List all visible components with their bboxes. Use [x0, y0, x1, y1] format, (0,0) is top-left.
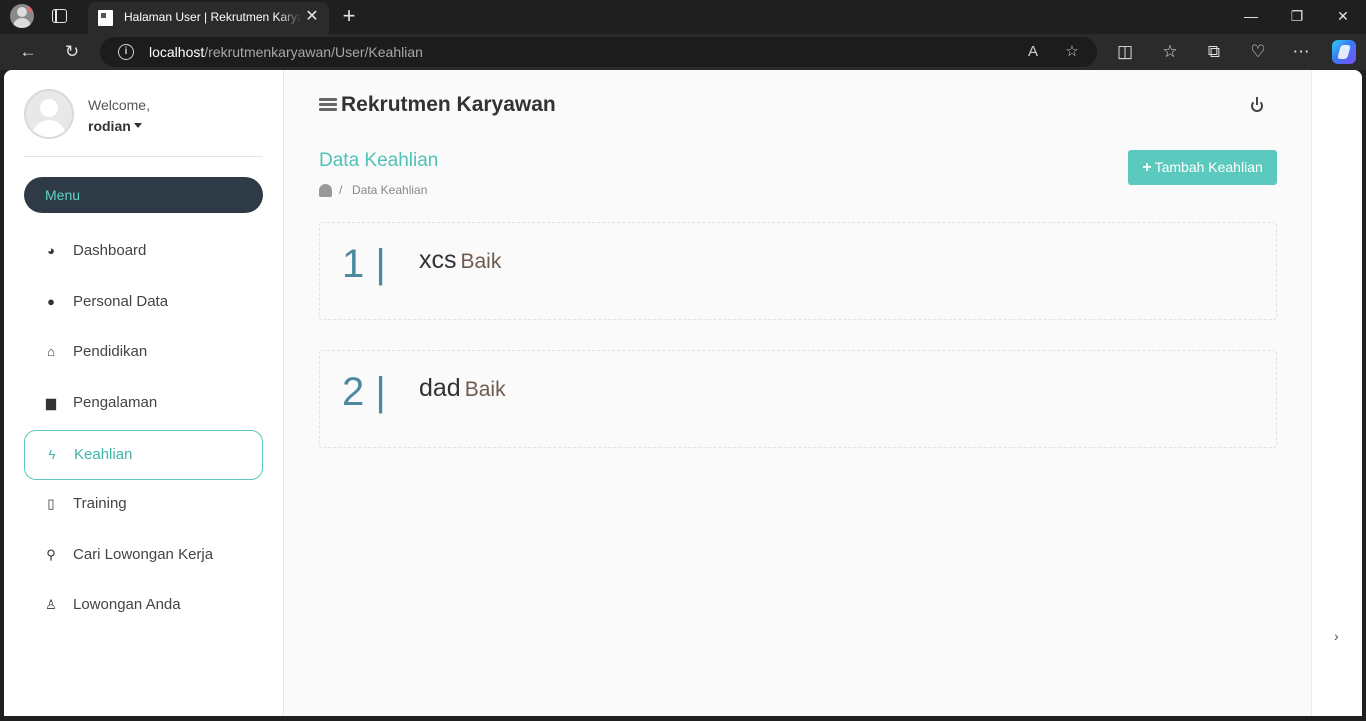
plus-icon: + — [1142, 159, 1152, 176]
web-page: Welcome, rodian Menu ◕ Dashboard ● Perso… — [4, 70, 1362, 716]
skill-card: 2 | dad Baik — [319, 350, 1277, 448]
browser-toolbar: ← ↻ i localhost/rekrutmenkaryawan/User/K… — [0, 34, 1366, 70]
person-icon: ♙ — [45, 597, 57, 612]
sidebar-item-keahlian[interactable]: ϟ Keahlian — [24, 430, 263, 480]
briefcase-icon: ▆ — [46, 395, 56, 410]
user-icon: ● — [47, 294, 55, 309]
skill-level: Baik — [460, 250, 502, 273]
more-menu-icon[interactable]: ⋯ — [1288, 40, 1314, 64]
browser-essentials-icon[interactable]: ♡ — [1245, 40, 1271, 64]
window-close-button[interactable]: ✕ — [1320, 0, 1366, 32]
minimize-button[interactable]: — — [1228, 0, 1274, 32]
skill-name-wrap: xcs Baik — [419, 246, 501, 275]
dashboard-icon: ◕ — [47, 243, 55, 258]
profile-avatar-icon[interactable] — [10, 4, 34, 28]
sidebar-item-lowongan-anda[interactable]: ♙ Lowongan Anda — [24, 581, 263, 631]
app-title: Rekrutmen Karyawan — [341, 93, 556, 116]
url-text[interactable]: localhost/rekrutmenkaryawan/User/Keahlia… — [149, 44, 423, 60]
skill-card: 1 | xcs Baik — [319, 222, 1277, 320]
user-menu[interactable]: rodian — [88, 118, 142, 134]
caret-down-icon — [133, 122, 142, 128]
hamburger-menu-icon[interactable] — [319, 98, 337, 112]
split-screen-icon[interactable]: ◫ — [1112, 40, 1138, 64]
address-bar[interactable]: i localhost/rekrutmenkaryawan/User/Keahl… — [100, 37, 1097, 67]
sidebar-item-training[interactable]: ▯ Training — [24, 480, 263, 530]
page-title: Data Keahlian — [319, 150, 439, 171]
copilot-icon[interactable] — [1332, 40, 1356, 64]
sidebar-item-pendidikan[interactable]: ⌂ Pendidikan — [24, 328, 263, 378]
back-arrow-icon[interactable]: ← — [15, 40, 41, 64]
chevron-right-icon[interactable]: › — [1334, 628, 1339, 644]
search-icon: ⚲ — [46, 547, 56, 562]
university-icon: ⌂ — [47, 344, 55, 359]
breadcrumb-separator: / — [339, 183, 343, 197]
new-tab-button[interactable]: + — [338, 3, 360, 29]
main-content: Rekrutmen Karyawan Data Keahlian / Data … — [285, 70, 1311, 716]
page-favicon-icon — [98, 10, 113, 26]
skill-name: xcs — [419, 246, 457, 274]
skill-level: Baik — [464, 378, 506, 401]
sidebar: Welcome, rodian Menu ◕ Dashboard ● Perso… — [4, 70, 284, 716]
sidebar-item-pengalaman[interactable]: ▆ Pengalaman — [24, 379, 263, 429]
browser-tabbar: Halaman User | Rekrutmen Karyawan ✕ + — … — [0, 0, 1366, 34]
divider — [24, 156, 263, 157]
favorites-icon[interactable]: ☆ — [1157, 40, 1183, 64]
collections-icon[interactable]: ⧉ — [1201, 40, 1227, 64]
breadcrumb-current: Data Keahlian — [352, 183, 428, 197]
tab-actions-icon[interactable] — [52, 9, 67, 23]
breadcrumb-dashboard-icon[interactable] — [319, 184, 332, 197]
favorite-star-icon[interactable]: ☆ — [1061, 41, 1083, 63]
skill-number: 1 | — [342, 242, 386, 286]
browser-tab[interactable]: Halaman User | Rekrutmen Karyawan ✕ — [88, 2, 329, 34]
skill-name: dad — [419, 374, 461, 402]
tab-close-button[interactable]: ✕ — [304, 8, 320, 26]
sidebar-item-cari-lowongan[interactable]: ⚲ Cari Lowongan Kerja — [24, 531, 263, 581]
sidebar-item-dashboard[interactable]: ◕ Dashboard — [24, 227, 263, 277]
welcome-text: Welcome, — [88, 97, 150, 113]
reload-icon[interactable]: ↻ — [59, 40, 85, 64]
menu-header: Menu — [24, 177, 263, 213]
site-info-icon[interactable]: i — [118, 44, 134, 60]
read-aloud-icon[interactable]: A — [1022, 41, 1044, 63]
power-logout-icon[interactable] — [1249, 97, 1265, 113]
username: rodian — [88, 118, 131, 134]
user-avatar — [24, 89, 74, 139]
add-skill-button[interactable]: + Tambah Keahlian — [1128, 150, 1277, 185]
skill-number: 2 | — [342, 370, 386, 414]
bolt-icon: ϟ — [48, 447, 56, 462]
maximize-button[interactable]: ❐ — [1274, 0, 1320, 32]
tab-title: Halaman User | Rekrutmen Karyawan — [124, 10, 300, 24]
sidebar-item-personal-data[interactable]: ● Personal Data — [24, 278, 263, 328]
file-icon: ▯ — [47, 496, 55, 511]
browser-sidebar-rail: › — [1311, 70, 1362, 716]
skill-name-wrap: dad Baik — [419, 374, 506, 403]
